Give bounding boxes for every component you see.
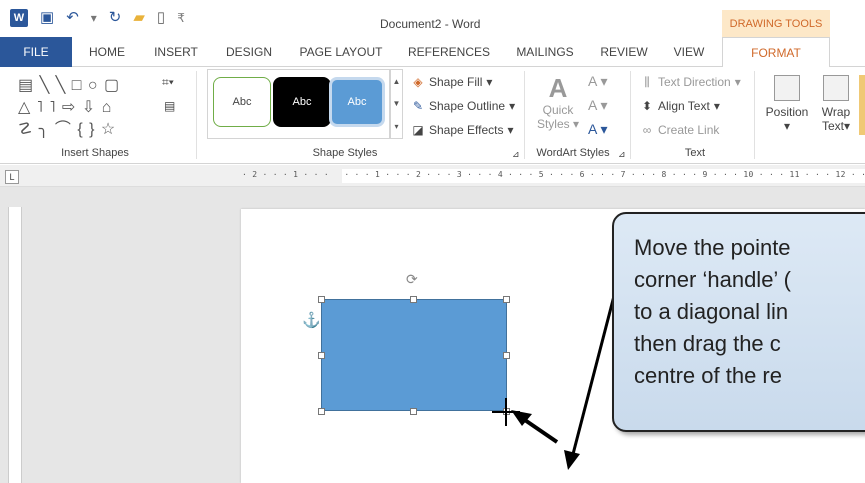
callout-line-4: then drag the c	[634, 331, 781, 356]
word-window: W ▣ ↶ ▾ ↻ ▰ ▯ ₹ Document2 - Word DRAWING…	[0, 0, 865, 483]
callout-line-5: centre of the re	[634, 363, 782, 388]
instruction-callout: Move the pointe corner ‘handle’ ( to a d…	[612, 212, 865, 432]
callout-line-3: to a diagonal lin	[634, 299, 789, 324]
callout-line-2: corner ‘handle’ (	[634, 267, 791, 292]
callout-pointer-arrow	[564, 295, 616, 470]
callout-text: Move the pointe corner ‘handle’ ( to a d…	[634, 232, 791, 392]
callout-line-1: Move the pointe	[634, 235, 791, 260]
arrow-to-handle	[511, 410, 559, 444]
